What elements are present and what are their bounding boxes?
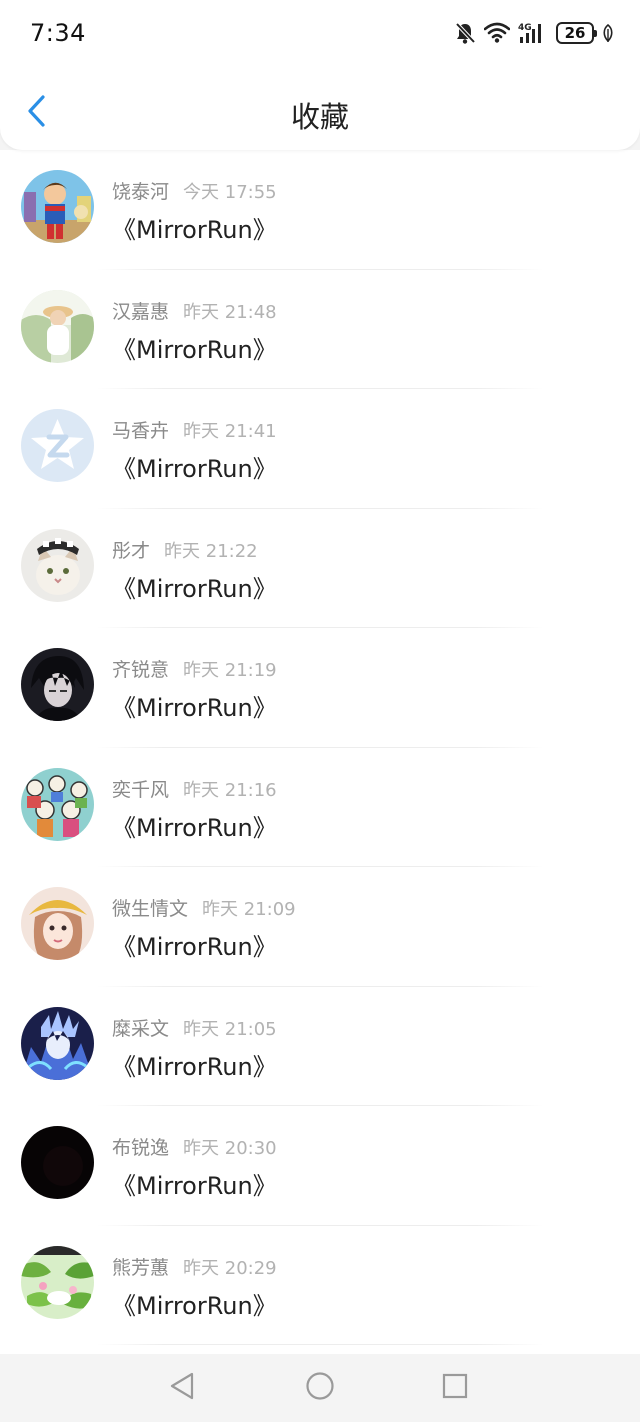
list-item-name: 糜采文 昨天 21:05 <box>112 1014 277 1041</box>
list-item-content: 《MirrorRun》 <box>112 1291 277 1320</box>
list-item-time: 昨天 21:16 <box>183 779 277 801</box>
divider <box>96 1344 544 1345</box>
nav-back-button[interactable] <box>162 1368 202 1408</box>
list-item-name: 彤才 昨天 21:22 <box>112 536 258 563</box>
avatar[interactable] <box>21 289 94 363</box>
list-item-content: 《MirrorRun》 <box>112 455 277 483</box>
list-item-content: 《MirrorRun》 <box>112 1172 277 1200</box>
signal-4g-icon: 4G <box>518 21 548 45</box>
sender-name: 汉嘉惠 <box>112 300 170 323</box>
list-item-content: 《MirrorRun》 <box>112 694 277 722</box>
avatar[interactable] <box>21 1126 94 1199</box>
list-item[interactable]: 糜采文 昨天 21:05 《MirrorRun》 <box>0 987 640 1106</box>
avatar[interactable] <box>21 528 94 602</box>
list-item[interactable]: 奕千风 昨天 21:16 《MirrorRun》 <box>0 748 640 867</box>
list-item-name: 齐锐意 昨天 21:19 <box>112 655 277 682</box>
page-title: 收藏 <box>290 100 349 134</box>
sender-name: 奕千风 <box>112 778 170 801</box>
list-item-content: 《MirrorRun》 <box>112 216 277 244</box>
list-item-name: 布锐逸 昨天 20:30 <box>112 1133 277 1160</box>
list-item[interactable]: 彤才 昨天 21:22 《MirrorRun》 <box>0 509 640 628</box>
avatar[interactable] <box>21 409 94 482</box>
list-item-content: 《MirrorRun》 <box>112 813 277 842</box>
nav-recent-button[interactable] <box>435 1368 475 1408</box>
list-item[interactable]: 汉嘉惠 昨天 21:48 《MirrorRun》 <box>0 270 640 389</box>
list-item[interactable]: 微生情文 昨天 21:09 《MirrorRun》 <box>0 867 640 987</box>
list-item-time: 昨天 20:30 <box>183 1138 277 1159</box>
leaf-icon <box>602 23 614 43</box>
circle-home-icon <box>305 1371 335 1405</box>
list-item-time: 昨天 21:09 <box>202 899 296 920</box>
list-item-time: 昨天 21:41 <box>183 421 277 442</box>
sender-name: 糜采文 <box>112 1017 170 1040</box>
sender-name: 微生情文 <box>112 898 189 920</box>
battery-icon: 26 <box>556 22 597 44</box>
favorites-list: 饶泰河 今天 17:55 《MirrorRun》 汉嘉惠 昨天 21:48 《Mir… <box>0 150 640 1354</box>
list-item-name: 微生情文 昨天 21:09 <box>112 894 296 921</box>
list-item-content: 《MirrorRun》 <box>112 933 277 961</box>
sender-name: 熊芳蕙 <box>112 1256 170 1279</box>
status-bar: 7:34 4G 26 <box>0 0 640 70</box>
list-item-name: 饶泰河 今天 17:55 <box>112 177 277 204</box>
wifi-icon <box>484 22 510 44</box>
list-item-time: 昨天 21:48 <box>183 301 277 323</box>
avatar[interactable] <box>21 767 94 841</box>
list-item-time: 今天 17:55 <box>183 182 277 203</box>
avatar[interactable] <box>21 1245 94 1319</box>
list-item-name: 熊芳蕙 昨天 20:29 <box>112 1253 277 1280</box>
battery-level: 26 <box>564 24 586 42</box>
list-item-time: 昨天 21:22 <box>164 540 258 562</box>
list-item-content: 《MirrorRun》 <box>112 335 277 364</box>
header: 7:34 4G 26 收藏 <box>0 0 640 150</box>
list-item-time: 昨天 21:19 <box>183 660 277 681</box>
sender-name: 彤才 <box>112 539 151 562</box>
sender-name: 布锐逸 <box>112 1137 170 1159</box>
bell-mute-icon <box>454 21 476 45</box>
svg-text:4G: 4G <box>518 23 532 33</box>
title-bar: 收藏 <box>0 70 640 150</box>
list-item-time: 昨天 21:05 <box>183 1018 277 1040</box>
avatar[interactable] <box>21 887 94 960</box>
list-item[interactable]: 饶泰河 今天 17:55 《MirrorRun》 <box>0 150 640 270</box>
list-item[interactable]: 布锐逸 昨天 20:30 《MirrorRun》 <box>0 1106 640 1226</box>
status-icons: 4G 26 <box>454 18 614 48</box>
list-item-name: 奕千风 昨天 21:16 <box>112 775 277 802</box>
square-recent-icon <box>441 1372 469 1404</box>
list-item-name: 汉嘉惠 昨天 21:48 <box>112 297 277 324</box>
status-time: 7:34 <box>30 19 86 47</box>
list-item-name: 马香卉 昨天 21:41 <box>112 416 277 443</box>
list-item[interactable]: 马香卉 昨天 21:41 《MirrorRun》 <box>0 389 640 509</box>
avatar[interactable] <box>21 170 94 243</box>
nav-home-button[interactable] <box>300 1368 340 1408</box>
list-item-time: 昨天 20:29 <box>183 1257 277 1279</box>
list-item-content: 《MirrorRun》 <box>112 1052 277 1081</box>
sender-name: 马香卉 <box>112 420 170 442</box>
triangle-back-icon <box>168 1371 196 1405</box>
sender-name: 饶泰河 <box>112 181 170 203</box>
list-item[interactable]: 齐锐意 昨天 21:19 《MirrorRun》 <box>0 628 640 748</box>
avatar[interactable] <box>21 1006 94 1080</box>
list-item[interactable]: 熊芳蕙 昨天 20:29 《MirrorRun》 <box>0 1226 640 1345</box>
sender-name: 齐锐意 <box>112 659 170 681</box>
system-nav-bar <box>0 1354 640 1422</box>
avatar[interactable] <box>21 648 94 721</box>
list-item-content: 《MirrorRun》 <box>112 574 277 603</box>
